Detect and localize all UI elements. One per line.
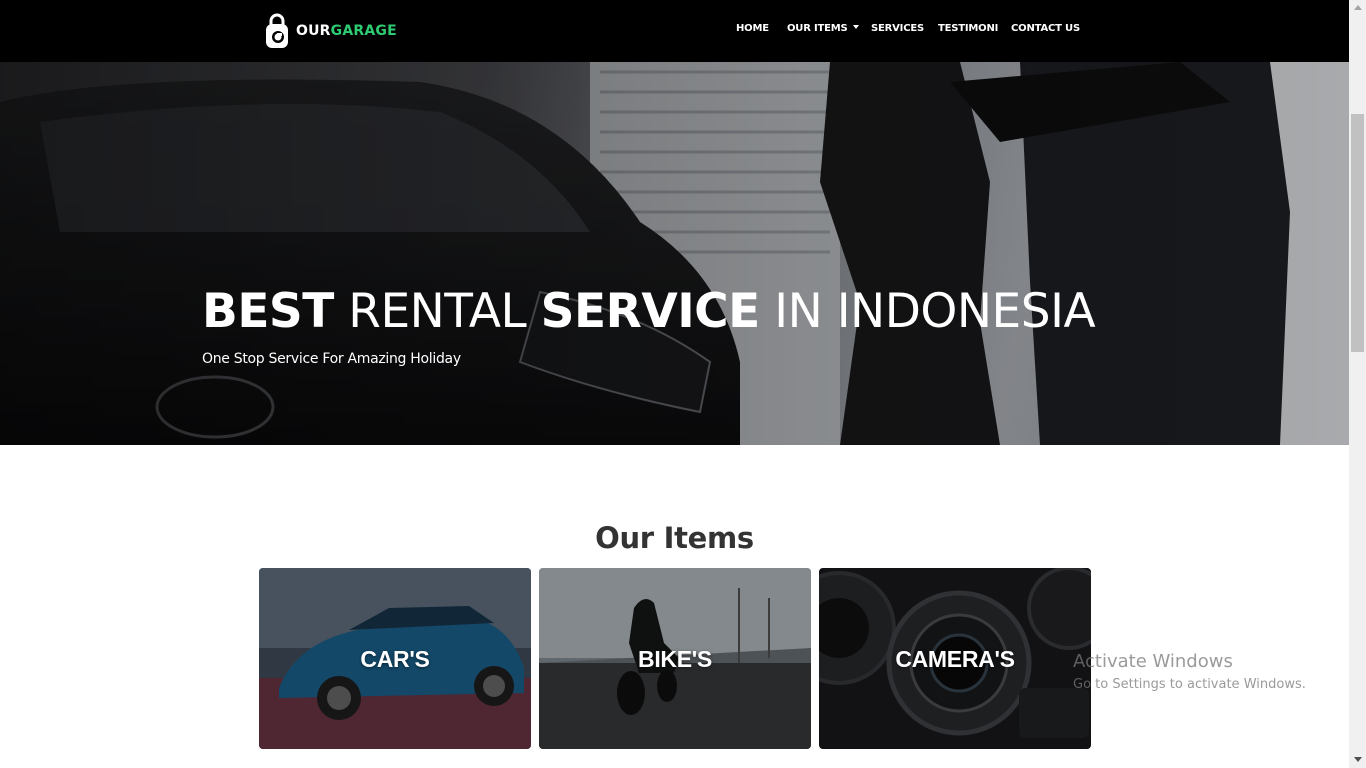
- brand-link[interactable]: OURGARAGE: [264, 13, 397, 49]
- brand-name: OURGARAGE: [296, 23, 397, 39]
- hero-background-image: [0, 62, 1349, 445]
- hero-title: BEST RENTAL SERVICE IN INDONESIA: [202, 284, 1096, 339]
- scroll-thumb[interactable]: [1351, 114, 1364, 352]
- nav-our-items-label: OUR ITEMS: [787, 23, 848, 34]
- item-card-cameras[interactable]: CAMERA'S: [819, 568, 1091, 749]
- brand-name-part2: GARAGE: [330, 23, 397, 39]
- item-card-bikes-label: BIKE'S: [638, 646, 712, 672]
- item-card-cars-label: CAR'S: [360, 646, 430, 672]
- nav-home[interactable]: HOME: [736, 23, 769, 34]
- scroll-down-arrow-icon[interactable]: [1354, 757, 1362, 762]
- activate-windows-subtitle: Go to Settings to activate Windows.: [1073, 677, 1306, 692]
- hero-title-word-service: SERVICE: [540, 284, 761, 339]
- item-card-cars[interactable]: CAR'S: [259, 568, 531, 749]
- scroll-up-arrow-icon[interactable]: [1354, 5, 1362, 10]
- vertical-scrollbar[interactable]: [1349, 0, 1366, 768]
- page: OURGARAGE HOME OUR ITEMS SERVICES TESTIM…: [0, 0, 1366, 768]
- item-card-bikes[interactable]: BIKE'S: [539, 568, 811, 749]
- hero-banner: BEST RENTAL SERVICE IN INDONESIA One Sto…: [0, 62, 1349, 445]
- hero-subtitle: One Stop Service For Amazing Holiday: [202, 351, 461, 367]
- our-items-heading: Our Items: [595, 521, 754, 555]
- caret-down-icon: [852, 25, 859, 29]
- activate-windows-title: Activate Windows: [1073, 651, 1233, 672]
- item-card-cameras-label: CAMERA'S: [895, 646, 1015, 672]
- hero-title-word-indonesia: IN INDONESIA: [774, 284, 1096, 339]
- nav-our-items-dropdown[interactable]: OUR ITEMS: [787, 23, 859, 34]
- navbar: OURGARAGE HOME OUR ITEMS SERVICES TESTIM…: [0, 0, 1349, 62]
- brand-name-part1: OUR: [296, 23, 331, 39]
- nav-services[interactable]: SERVICES: [871, 23, 924, 34]
- hero-title-word-best: BEST: [202, 284, 334, 339]
- hero-title-word-rental: RENTAL: [348, 284, 527, 339]
- nav-contact-us[interactable]: CONTACT US: [1011, 23, 1080, 34]
- lock-garage-logo-icon: [266, 13, 288, 48]
- nav-testimoni[interactable]: TESTIMONI: [938, 23, 998, 34]
